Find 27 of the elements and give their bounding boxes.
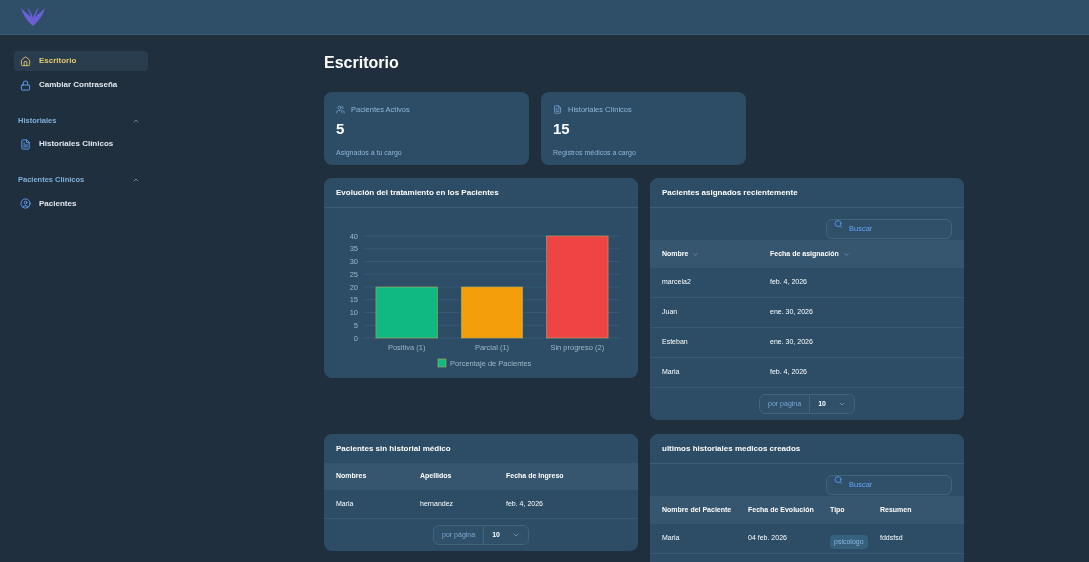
bar <box>460 286 523 339</box>
stat-value: 15 <box>553 121 571 137</box>
card-title: Evolución del tratamiento en los Pacientes <box>336 186 499 199</box>
nav-item[interactable]: Escritorio <box>14 51 148 71</box>
card-title: Pacientes asignados recientemente <box>662 186 798 199</box>
page-title: Escritorio <box>324 53 400 73</box>
home-icon <box>20 55 31 67</box>
sort-icon <box>842 250 850 258</box>
sort-icon <box>692 250 700 258</box>
chevron-down-icon <box>511 531 520 539</box>
search-icon <box>834 219 843 229</box>
user-icon <box>20 198 31 209</box>
nav-item[interactable]: Historiales Clínicos <box>14 134 148 155</box>
bar <box>375 286 438 339</box>
file-icon <box>20 138 31 150</box>
bird-logo-icon <box>20 6 46 28</box>
nav-item[interactable]: Cambiar Contraseña <box>14 75 148 95</box>
search-icon <box>834 475 843 485</box>
card-title: Pacientes sin historial médico <box>336 442 451 455</box>
chevron-down-icon <box>837 400 846 408</box>
nav-item[interactable]: Pacientes <box>14 193 148 214</box>
users-icon <box>336 105 345 115</box>
lock-icon <box>20 79 31 91</box>
legend-swatch <box>437 358 447 368</box>
stat-value: 5 <box>336 121 346 137</box>
file-icon <box>553 105 562 115</box>
card-title: ultimos historiales medicos creados <box>662 442 801 455</box>
